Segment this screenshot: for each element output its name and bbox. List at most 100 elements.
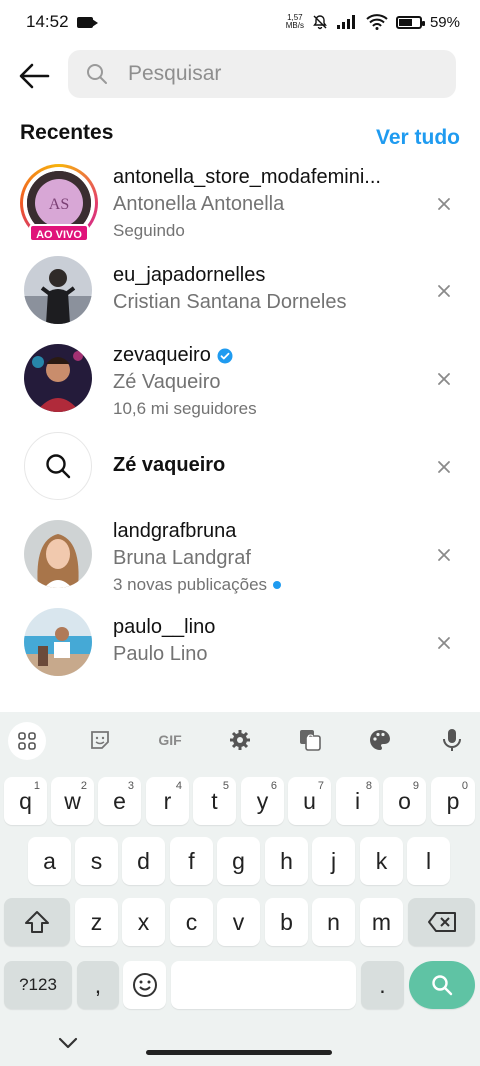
key[interactable]: j — [312, 837, 355, 885]
status-time: 14:52 — [26, 12, 69, 31]
close-icon[interactable] — [436, 547, 452, 563]
emoji-icon — [132, 973, 157, 997]
close-icon[interactable] — [436, 459, 452, 475]
recent-item[interactable]: zevaqueiro Zé Vaqueiro 10,6 mi seguidore… — [0, 344, 480, 418]
period-key[interactable]: . — [361, 961, 404, 1009]
key[interactable]: w2 — [51, 777, 94, 825]
search-icon — [46, 454, 71, 479]
full-name: Paulo Lino — [113, 643, 208, 665]
username: eu_japadornelles — [113, 264, 266, 286]
key[interactable]: m — [360, 898, 403, 946]
apps-grid-icon[interactable] — [8, 722, 46, 760]
screen-record-icon — [76, 16, 98, 28]
shift-icon — [25, 911, 49, 933]
unread-dot-icon — [273, 581, 282, 589]
avatar — [24, 344, 92, 412]
avatar — [24, 608, 92, 676]
microphone-icon[interactable] — [438, 726, 466, 754]
backspace-icon — [427, 912, 456, 932]
close-icon[interactable] — [436, 371, 452, 387]
avatar — [24, 256, 92, 324]
recent-search-query[interactable]: Zé vaqueiro — [0, 432, 480, 502]
navigation-bar — [0, 1030, 480, 1066]
full-name: Zé Vaqueiro — [113, 371, 221, 393]
full-name: Bruna Landgraf — [113, 547, 251, 569]
avatar-logo-text: AS — [49, 196, 69, 213]
follower-count: 10,6 mi seguidores — [113, 399, 257, 418]
close-icon[interactable] — [436, 283, 452, 299]
back-arrow-icon[interactable] — [18, 62, 50, 90]
key[interactable]: z — [75, 898, 118, 946]
chevron-down-icon[interactable] — [58, 1036, 78, 1050]
new-posts-status: 3 novas publicações — [113, 575, 282, 595]
sticker-icon[interactable] — [86, 726, 114, 754]
key[interactable]: n — [312, 898, 355, 946]
symbols-key[interactable]: ?123 — [4, 961, 72, 1009]
close-icon[interactable] — [436, 196, 452, 212]
username-row: zevaqueiro — [113, 344, 257, 367]
key[interactable]: e3 — [98, 777, 141, 825]
shift-key[interactable] — [4, 898, 70, 946]
recent-section-title: Recentes — [20, 121, 114, 144]
search-query-text: Zé vaqueiro — [113, 454, 226, 476]
gif-button[interactable]: GIF — [154, 726, 186, 754]
battery-percent: 59% — [429, 13, 460, 31]
key[interactable]: s — [75, 837, 118, 885]
key[interactable]: t5 — [193, 777, 236, 825]
key[interactable]: g — [217, 837, 260, 885]
status-bar: 14:52 1,57 MB/s 59% — [0, 0, 480, 44]
live-badge: AO VIVO — [29, 224, 89, 242]
username: antonella_store_modafemini... — [113, 166, 381, 188]
key[interactable]: k — [360, 837, 403, 885]
key[interactable]: c — [170, 898, 213, 946]
backspace-key[interactable] — [408, 898, 475, 946]
recent-item[interactable]: paulo__lino Paulo Lino — [0, 608, 480, 678]
comma-key[interactable]: , — [77, 961, 119, 1009]
search-enter-key[interactable] — [409, 961, 475, 1009]
bell-muted-icon — [313, 15, 327, 30]
full-name: Antonella Antonella — [113, 193, 285, 215]
avatar — [24, 520, 92, 588]
space-key[interactable] — [171, 961, 356, 1009]
close-icon[interactable] — [436, 635, 452, 651]
search-query-circle — [24, 432, 92, 500]
key[interactable]: a — [28, 837, 71, 885]
keyboard-toolbar: GIF G — [0, 712, 480, 768]
search-input[interactable] — [128, 62, 428, 86]
key[interactable]: o9 — [383, 777, 426, 825]
translate-icon[interactable]: G — [296, 726, 324, 754]
username: zevaqueiro — [113, 344, 211, 366]
key[interactable]: u7 — [288, 777, 331, 825]
key[interactable]: v — [217, 898, 260, 946]
settings-gear-icon[interactable] — [226, 726, 254, 754]
search-icon — [87, 64, 107, 84]
on-screen-keyboard: GIF G q1 w2 e3 r4 t5 y6 u7 i8 o9 p0 a s … — [0, 712, 480, 1066]
svg-text:G: G — [307, 733, 314, 743]
key[interactable]: y6 — [241, 777, 284, 825]
signal-icon — [336, 15, 355, 29]
key[interactable]: f — [170, 837, 213, 885]
recent-item[interactable]: AS AO VIVO antonella_store_modafemini...… — [0, 160, 480, 246]
key[interactable]: i8 — [336, 777, 379, 825]
key[interactable]: q1 — [4, 777, 47, 825]
theme-palette-icon[interactable] — [366, 726, 394, 754]
key[interactable]: h — [265, 837, 308, 885]
key[interactable]: x — [122, 898, 165, 946]
key[interactable]: d — [122, 837, 165, 885]
username: landgrafbruna — [113, 520, 237, 542]
recent-item[interactable]: eu_japadornelles Cristian Santana Dornel… — [0, 256, 480, 326]
battery-icon — [395, 15, 425, 29]
search-bar[interactable] — [68, 50, 456, 98]
see-all-link[interactable]: Ver tudo — [376, 126, 460, 150]
home-indicator[interactable] — [146, 1050, 332, 1055]
search-icon — [432, 975, 453, 996]
key[interactable]: p0 — [431, 777, 475, 825]
emoji-key[interactable] — [123, 961, 166, 1009]
key[interactable]: r4 — [146, 777, 189, 825]
recent-item[interactable]: landgrafbruna Bruna Landgraf 3 novas pub… — [0, 520, 480, 594]
key[interactable]: b — [265, 898, 308, 946]
full-name: Cristian Santana Dorneles — [113, 291, 347, 313]
relationship-status: Seguindo — [113, 221, 185, 240]
key[interactable]: l — [407, 837, 450, 885]
username: paulo__lino — [113, 616, 216, 638]
